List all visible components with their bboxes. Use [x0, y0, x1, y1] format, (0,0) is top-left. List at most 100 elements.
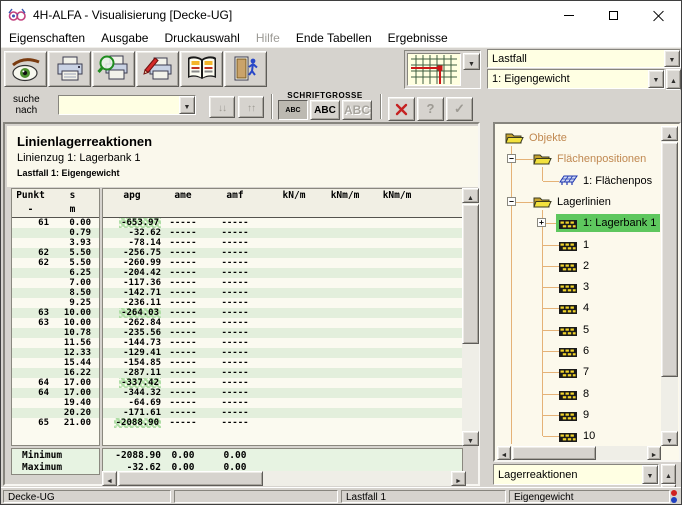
table-row[interactable]: -171.61----------	[103, 408, 462, 418]
tree-item-5[interactable]: 5	[583, 321, 589, 339]
table-vertical-scrollbar[interactable]	[462, 188, 479, 446]
table-row[interactable]: -344.32----------	[103, 388, 462, 398]
tree-item-lagerlinien[interactable]: Lagerlinien	[557, 193, 611, 211]
exit-button[interactable]	[224, 51, 267, 87]
table-row[interactable]: 3.93	[12, 238, 99, 248]
view-button[interactable]	[4, 51, 47, 87]
minimize-button[interactable]	[546, 1, 591, 29]
search-input[interactable]	[59, 96, 179, 114]
tree-item-1-flächenpos[interactable]: 1: Flächenpos	[583, 172, 652, 190]
table-row[interactable]: 12.33	[12, 348, 99, 358]
print-selection-button[interactable]	[136, 51, 179, 87]
lastfall-dropdown-button[interactable]	[664, 50, 680, 67]
loadcase-spin-up-button[interactable]	[666, 69, 681, 89]
search-combo[interactable]	[58, 95, 196, 115]
table-row[interactable]: -337.42----------	[103, 378, 462, 388]
print-button[interactable]	[48, 51, 91, 87]
manual-button[interactable]	[180, 51, 223, 87]
scroll-right-button[interactable]	[647, 446, 661, 460]
tree-item-1-lagerbank-1[interactable]: 1: Lagerbank 1	[583, 214, 656, 232]
tree-item-objekte[interactable]: Objekte	[529, 129, 567, 147]
table-row[interactable]: -2088.90----------	[103, 418, 462, 428]
table-row[interactable]: 625.50	[12, 258, 99, 268]
scroll-down-button[interactable]	[462, 431, 479, 446]
table-row[interactable]: 6310.00	[12, 308, 99, 318]
table-row[interactable]: -262.84----------	[103, 318, 462, 328]
table-row[interactable]: 10.78	[12, 328, 99, 338]
table-row[interactable]: -64.69----------	[103, 398, 462, 408]
tree-item-9[interactable]: 9	[583, 406, 589, 424]
table-row[interactable]: -256.75----------	[103, 248, 462, 258]
table-row[interactable]: 625.50	[12, 248, 99, 258]
menu-item-ende-tabellen[interactable]: Ende Tabellen	[296, 31, 372, 45]
table-row[interactable]: -142.71----------	[103, 288, 462, 298]
cancel-button[interactable]	[388, 97, 415, 121]
fontsize-large-button[interactable]: ABC	[342, 100, 372, 120]
table-row[interactable]: 6521.00	[12, 418, 99, 428]
scroll-up-button[interactable]	[661, 126, 678, 141]
table-row[interactable]: 610.00	[12, 218, 99, 228]
table-row[interactable]: 11.56	[12, 338, 99, 348]
menu-item-hilfe[interactable]: Hilfe	[256, 31, 280, 45]
result-spin-up-button[interactable]	[661, 464, 676, 484]
table-row[interactable]: -653.97----------	[103, 218, 462, 228]
maximize-button[interactable]	[591, 1, 636, 29]
table-row[interactable]: -32.62----------	[103, 228, 462, 238]
search-prev-button[interactable]	[238, 96, 264, 118]
result-type-combo[interactable]: Lagerreaktionen	[493, 464, 659, 485]
table-row[interactable]: 16.22	[12, 368, 99, 378]
scroll-left-button[interactable]	[497, 446, 511, 460]
result-type-dropdown-button[interactable]	[642, 465, 658, 484]
table-row[interactable]: 20.20	[12, 408, 99, 418]
loadcase-combo[interactable]: 1: Eigengewicht	[487, 69, 665, 89]
table-row[interactable]: -264.03----------	[103, 308, 462, 318]
fontsize-medium-button[interactable]: ABC	[310, 100, 340, 120]
menu-item-ergebnisse[interactable]: Ergebnisse	[388, 31, 448, 45]
table-row[interactable]: 8.50	[12, 288, 99, 298]
table-row[interactable]: -235.56----------	[103, 328, 462, 338]
table-row[interactable]: 7.00	[12, 278, 99, 288]
table-row[interactable]: 6417.00	[12, 378, 99, 388]
menu-item-ausgabe[interactable]: Ausgabe	[101, 31, 148, 45]
scrollbar-thumb[interactable]	[512, 446, 596, 460]
table-row[interactable]: 6417.00	[12, 388, 99, 398]
table-view-dropdown-button[interactable]	[463, 53, 480, 70]
tree-item-10[interactable]: 10	[583, 427, 595, 445]
tree-item-1[interactable]: 1	[583, 236, 589, 254]
tree-item-7[interactable]: 7	[583, 363, 589, 381]
tree-item-4[interactable]: 4	[583, 299, 589, 317]
tree-item-flächenpositionen[interactable]: Flächenpositionen	[557, 150, 646, 168]
scrollbar-thumb[interactable]	[462, 204, 479, 344]
tree-expander-minus[interactable]: −	[507, 154, 516, 163]
table-row[interactable]: -287.11----------	[103, 368, 462, 378]
menu-item-eigenschaften[interactable]: Eigenschaften	[9, 31, 85, 45]
scrollbar-thumb[interactable]	[661, 142, 678, 377]
tree-item-2[interactable]: 2	[583, 257, 589, 275]
help-button[interactable]	[417, 97, 444, 121]
table-row[interactable]: 6.25	[12, 268, 99, 278]
tree-item-6[interactable]: 6	[583, 342, 589, 360]
scroll-left-button[interactable]	[102, 471, 117, 486]
table-row[interactable]: -204.42----------	[103, 268, 462, 278]
confirm-button[interactable]	[446, 97, 473, 121]
scrollbar-thumb[interactable]	[118, 471, 263, 486]
search-next-button[interactable]	[209, 96, 235, 118]
scroll-down-button[interactable]	[661, 431, 678, 446]
table-view-selector[interactable]	[404, 50, 481, 89]
table-row[interactable]: -78.14----------	[103, 238, 462, 248]
scroll-right-button[interactable]	[451, 471, 466, 486]
close-button[interactable]	[636, 1, 681, 29]
scroll-up-button[interactable]	[462, 188, 479, 203]
table-row[interactable]: -117.36----------	[103, 278, 462, 288]
table-row[interactable]: -154.85----------	[103, 358, 462, 368]
menu-item-druckauswahl[interactable]: Druckauswahl	[164, 31, 239, 45]
table-row[interactable]: 9.25	[12, 298, 99, 308]
table-row[interactable]: 15.44	[12, 358, 99, 368]
table-row[interactable]: -144.73----------	[103, 338, 462, 348]
table-row[interactable]: 6310.00	[12, 318, 99, 328]
table-row[interactable]: 0.79	[12, 228, 99, 238]
tree-expander-plus[interactable]: +	[537, 218, 546, 227]
table-row[interactable]: -129.41----------	[103, 348, 462, 358]
tree-expander-minus[interactable]: −	[507, 197, 516, 206]
table-row[interactable]: 19.40	[12, 398, 99, 408]
